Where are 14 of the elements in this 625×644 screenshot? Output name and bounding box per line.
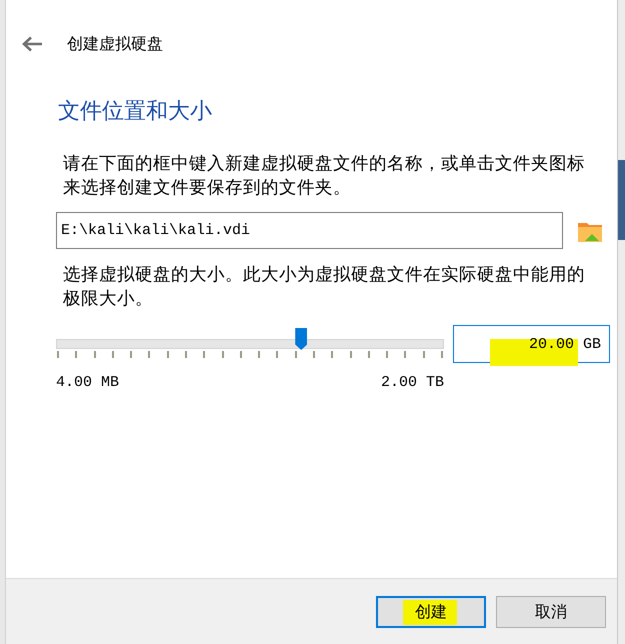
size-instructions: 选择虚拟硬盘的大小。此大小为虚拟硬盘文件在实际硬盘中能用的极限大小。: [63, 264, 586, 311]
section-heading: 文件位置和大小: [58, 98, 213, 126]
location-instructions: 请在下面的框中键入新建虚拟硬盘文件的名称，或单击文件夹图标来选择创建文件要保存到的文件夹。: [63, 153, 586, 200]
back-arrow-icon[interactable]: [21, 36, 43, 52]
slider-thumb[interactable]: [295, 328, 308, 350]
window-title: 创建虚拟硬盘: [67, 34, 163, 54]
create-button[interactable]: 创建: [376, 596, 486, 628]
max-size-label: 2.00 TB: [380, 374, 444, 391]
min-size-label: 4.00 MB: [56, 374, 120, 391]
size-input[interactable]: 20.00 GB: [461, 329, 601, 359]
cancel-button[interactable]: 取消: [496, 596, 606, 628]
slider-track[interactable]: [56, 328, 444, 352]
file-path-field[interactable]: E:\kali\kali\kali.vdi: [56, 212, 563, 249]
size-field[interactable]: 20.00 GB: [453, 325, 610, 363]
